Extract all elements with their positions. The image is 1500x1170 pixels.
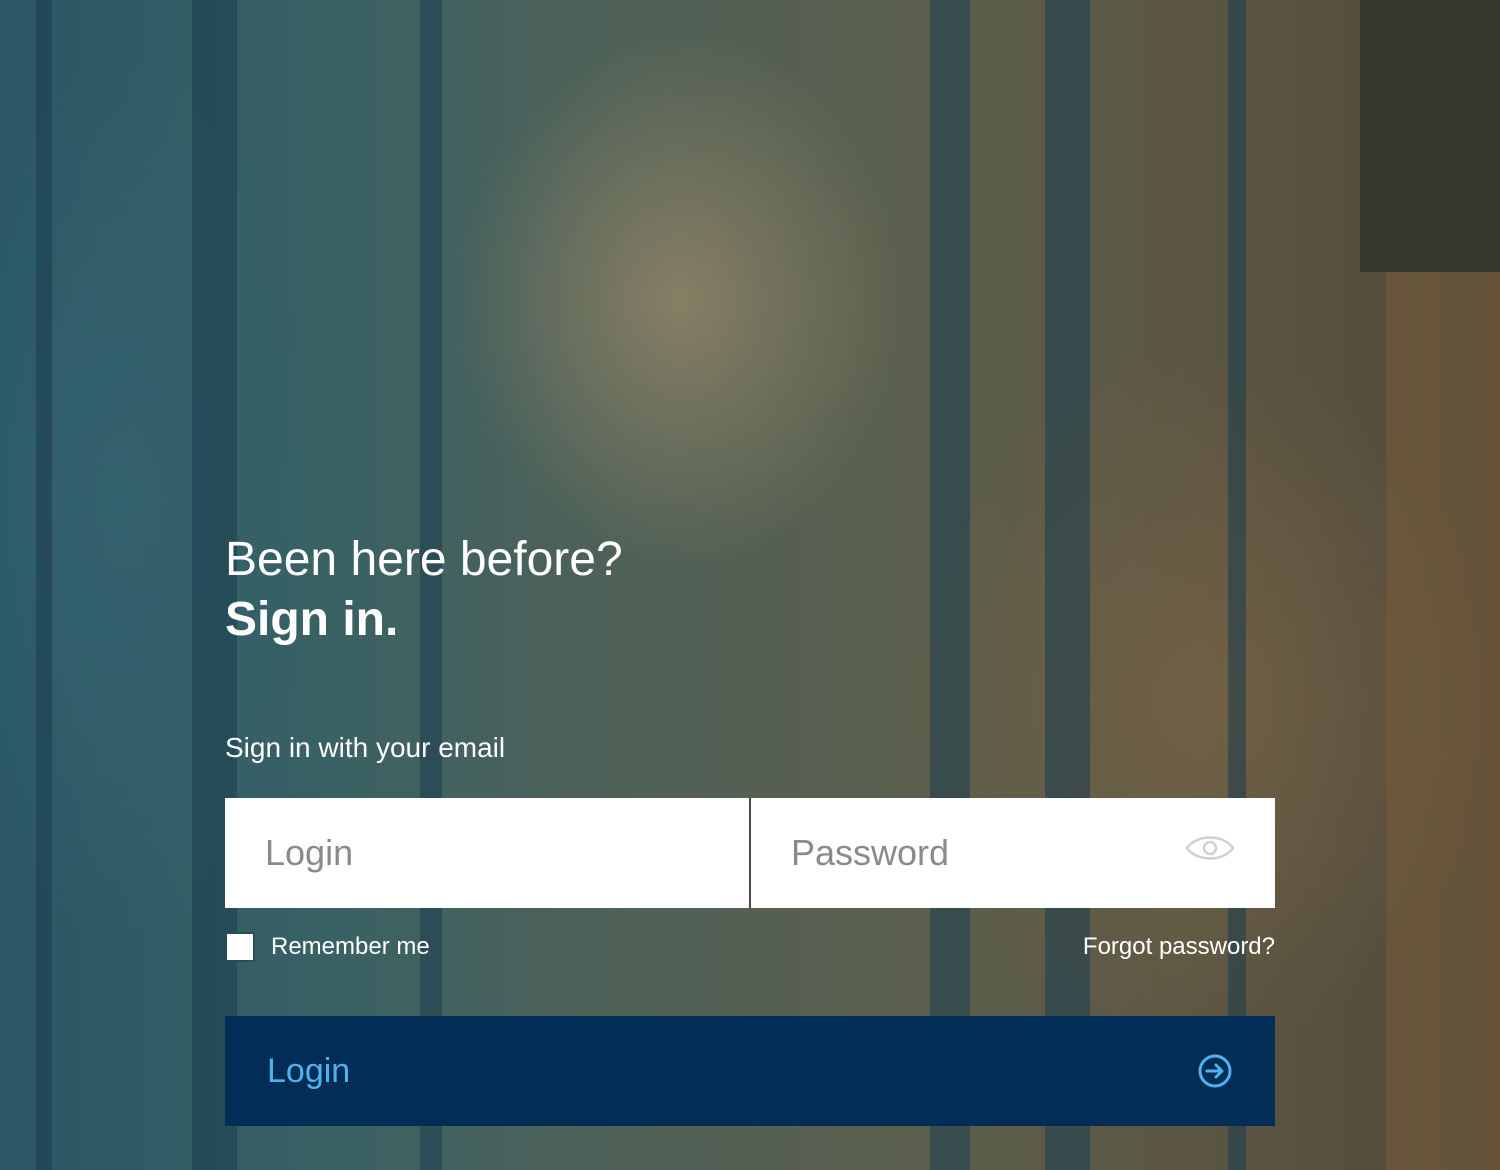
forgot-password-link[interactable]: Forgot password?	[1083, 933, 1275, 961]
eye-icon[interactable]	[1185, 830, 1235, 866]
sign-in-form: Been here before? Sign in. Sign in with …	[225, 530, 1275, 1126]
login-button[interactable]: Login	[225, 1016, 1275, 1126]
arrow-circle-right-icon	[1198, 1054, 1232, 1088]
login-page: Been here before? Sign in. Sign in with …	[0, 0, 1500, 1170]
login-input[interactable]	[225, 798, 749, 908]
background-stripe	[36, 0, 52, 1170]
login-button-label: Login	[267, 1051, 351, 1090]
page-heading: Been here before?	[225, 533, 623, 586]
credentials-fields	[225, 798, 1275, 908]
background-block	[1360, 0, 1500, 272]
remember-me-checkbox[interactable]	[225, 932, 255, 962]
page-heading-bold: Sign in.	[225, 593, 399, 646]
login-options: Remember me Forgot password?	[225, 932, 1275, 962]
background-panel	[1386, 272, 1500, 1170]
sign-in-subtitle: Sign in with your email	[225, 732, 506, 763]
remember-me-label: Remember me	[271, 933, 430, 960]
remember-me-toggle[interactable]: Remember me	[225, 932, 430, 962]
password-field-container	[751, 798, 1275, 908]
login-field-container	[225, 798, 751, 908]
